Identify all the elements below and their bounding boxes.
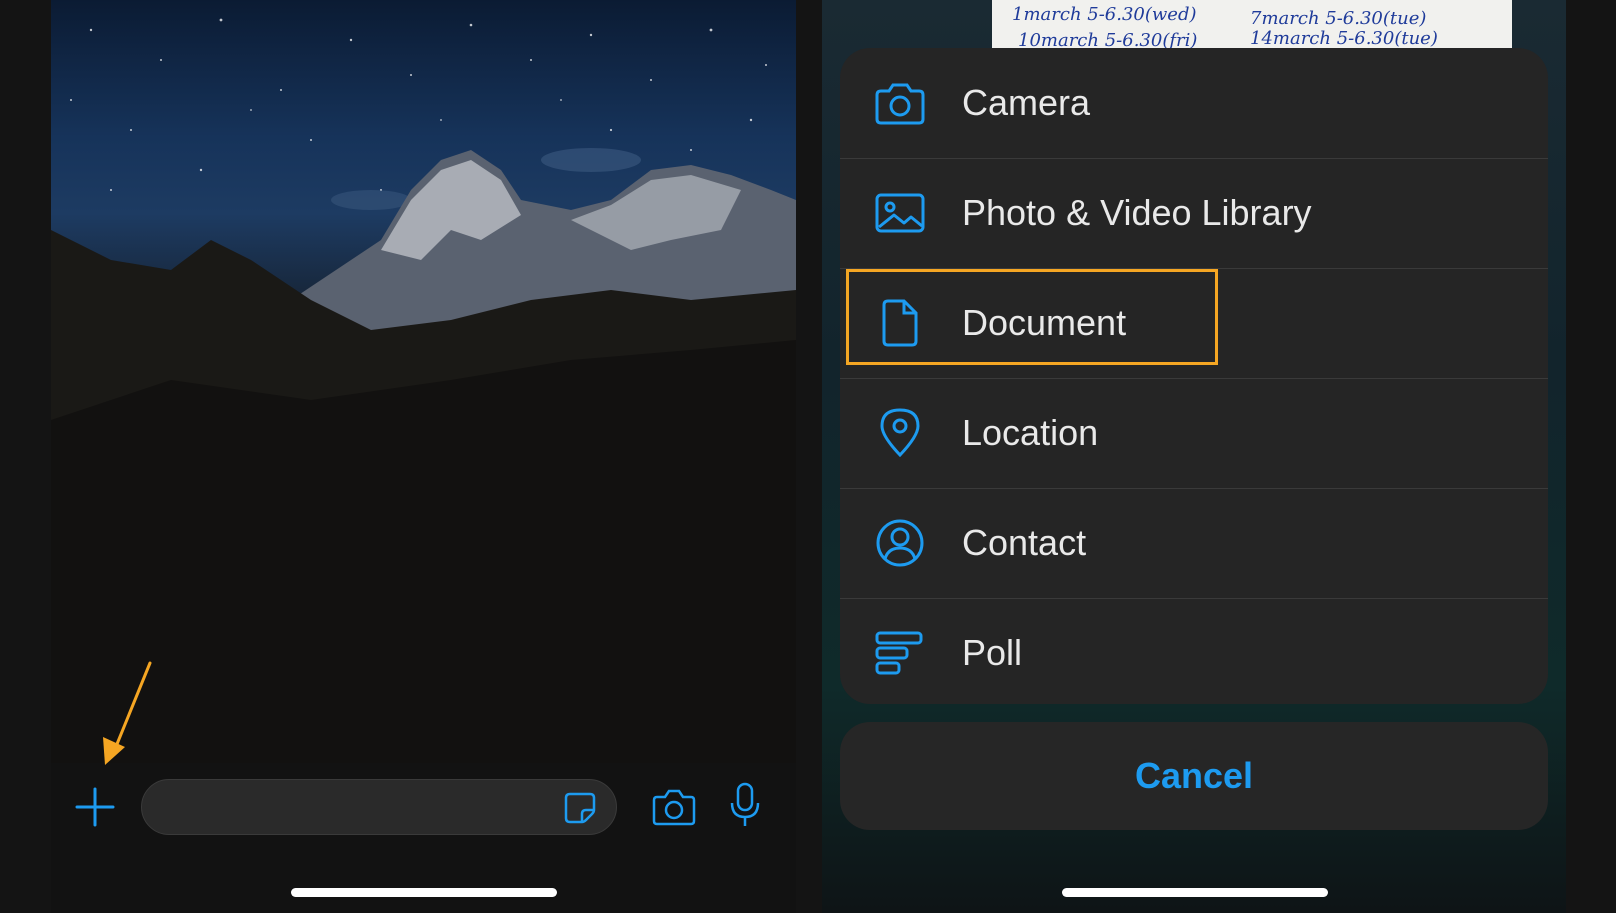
sheet-item-label: Poll (962, 632, 1023, 673)
microphone-icon[interactable] (727, 781, 763, 829)
photo-icon (875, 193, 925, 233)
home-indicator (1062, 888, 1328, 897)
message-input-field[interactable] (141, 779, 617, 836)
note-line: 7march 5-6.30(tue) (1250, 8, 1427, 29)
row-divider (840, 598, 1548, 599)
sheet-item-label: Camera (962, 82, 1091, 123)
attachment-action-sheet: Camera Photo & Video Library Document Lo… (840, 48, 1548, 704)
chat-wallpaper (51, 0, 796, 763)
right-phone-screen: 1march 5-6.30(wed) 7march 5-6.30(tue) 10… (822, 0, 1566, 913)
sheet-item-label: Contact (962, 522, 1087, 563)
cancel-label: Cancel (1134, 755, 1254, 796)
sticker-icon[interactable] (562, 790, 598, 826)
document-highlight-box (846, 269, 1218, 365)
home-indicator (291, 888, 557, 897)
camera-icon (875, 83, 925, 125)
annotation-arrow-icon (103, 661, 152, 765)
row-divider (840, 378, 1548, 379)
background-note-image: 1march 5-6.30(wed) 7march 5-6.30(tue) 10… (992, 0, 1512, 51)
left-phone-screen (51, 0, 796, 913)
location-pin-icon (880, 408, 920, 457)
attach-plus-icon[interactable] (73, 785, 117, 829)
cancel-button[interactable]: Cancel (840, 722, 1548, 830)
sheet-item-photo-video-library[interactable]: Photo & Video Library (840, 158, 1548, 268)
note-line: 1march 5-6.30(wed) (1012, 4, 1197, 25)
sheet-item-poll[interactable]: Poll (840, 598, 1548, 704)
sheet-item-camera[interactable]: Camera (840, 48, 1548, 158)
mountain-night-wallpaper (51, 18, 796, 763)
poll-icon (875, 631, 923, 675)
sheet-item-location[interactable]: Location (840, 378, 1548, 488)
message-composer (51, 763, 796, 913)
sheet-item-contact[interactable]: Contact (840, 488, 1548, 598)
note-line: 14march 5-6.30(tue) (1250, 28, 1438, 49)
sheet-item-label: Photo & Video Library (962, 192, 1312, 233)
row-divider (840, 488, 1548, 489)
message-input[interactable] (162, 780, 546, 836)
contact-icon (876, 519, 924, 567)
sheet-item-label: Location (962, 412, 1099, 453)
row-divider (840, 158, 1548, 159)
camera-icon[interactable] (651, 785, 697, 829)
